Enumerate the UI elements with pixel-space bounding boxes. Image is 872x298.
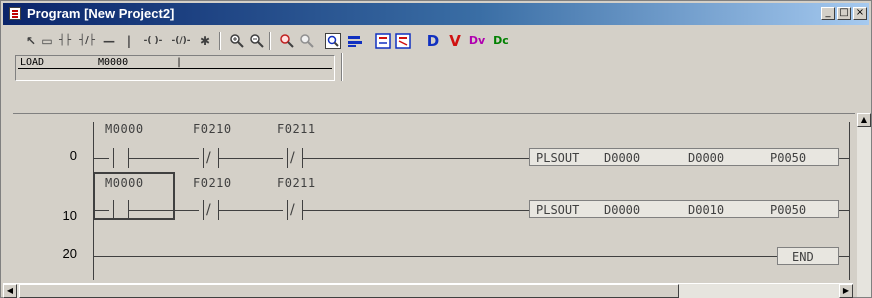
wire [219,210,283,211]
contact-device-label: F0211 [277,122,316,136]
find-next-icon[interactable] [299,33,315,49]
toolbar-separator [269,32,271,50]
instruction-arg: D0000 [604,151,641,165]
rectangle-icon[interactable]: ▭ [39,33,55,49]
close-button[interactable]: × [853,7,867,20]
no-contact-icon[interactable]: ┤├ [57,33,73,49]
vertical-scrollbar[interactable]: ▲ [857,113,871,297]
instruction-field[interactable]: LOAD [20,57,44,68]
comment-icon[interactable] [347,33,363,49]
instruction-op: PLSOUT [536,151,580,165]
horizontal-line-icon[interactable]: — [101,33,117,49]
function-block[interactable]: PLSOUT D0000 D0000 P0050 [529,148,839,166]
wire [129,158,199,159]
find-icon[interactable] [279,33,295,49]
wire [839,256,849,257]
title-bar[interactable]: Program [New Project2] _ □ × [3,3,869,25]
wire [839,158,849,159]
instruction-arg: P0050 [770,151,807,165]
device-d-icon[interactable]: D [425,33,441,49]
program-window-icon [9,7,21,20]
zoom-fit-icon[interactable] [325,33,341,49]
nc-contact-icon[interactable]: ┤/├ [79,33,95,49]
wire [839,210,849,211]
device-v-icon[interactable]: V [447,33,463,49]
toolbar-separator [219,32,221,50]
zoom-out-icon[interactable] [249,33,265,49]
monitor-icon[interactable] [375,33,391,49]
zoom-in-icon[interactable] [229,33,245,49]
instruction-arg: D0000 [604,203,641,217]
device-dc-icon[interactable]: Dc [491,33,511,49]
contact-device-label: M0000 [105,122,144,136]
select-arrow-icon[interactable]: ↖ [23,33,39,49]
negated-coil-icon[interactable]: -(/)- [169,33,193,49]
step-number: 20 [62,246,77,261]
entry-underline [18,68,332,69]
function-block[interactable]: PLSOUT D0000 D0010 P0050 [529,200,839,218]
wire [303,210,529,211]
program-window: Program [New Project2] _ □ × ↖ ▭ ┤├ ┤/├ … [0,0,872,298]
vertical-line-icon[interactable]: | [121,33,137,49]
instruction-entry[interactable]: LOAD M0000 | [15,55,335,81]
right-power-rail [849,122,850,280]
monitor-stop-icon[interactable] [395,33,411,49]
scroll-left-button[interactable]: ◀ [3,284,17,298]
toolbar-separator [341,53,343,81]
horizontal-scrollbar[interactable]: ◀ ▶ [3,283,853,298]
end-instruction[interactable]: END [777,247,839,265]
instruction-arg: D0000 [688,151,725,165]
step-number: 10 [62,208,77,223]
step-number: 0 [69,148,77,163]
function-icon[interactable]: ✱ [197,33,213,49]
contact-device-label: F0211 [277,176,316,190]
instruction-op: END [792,250,814,264]
contact-device-label: F0210 [193,122,232,136]
wire [129,210,199,211]
wire [219,158,283,159]
minimize-button[interactable]: _ [821,7,835,20]
coil-icon[interactable]: -( )- [141,33,165,49]
contact-device-label: F0210 [193,176,232,190]
instruction-arg: P0050 [770,203,807,217]
maximize-button[interactable]: □ [837,7,851,20]
instruction-op: PLSOUT [536,203,580,217]
wire [93,256,777,257]
window-title: Program [New Project2] [27,6,175,21]
ladder-editor[interactable]: 0 M0000 F0210 / F0211 / PLSOUT D0000 D00… [13,113,855,284]
operand-field[interactable]: M0000 [98,57,128,68]
device-dv-icon[interactable]: Dv [467,33,487,49]
contact-device-label: M0000 [105,176,144,190]
instruction-arg: D0010 [688,203,725,217]
wire [303,158,529,159]
scroll-right-button[interactable]: ▶ [839,284,853,298]
scroll-thumb[interactable] [19,284,679,298]
scroll-up-button[interactable]: ▲ [857,113,871,127]
text-cursor: | [176,57,183,68]
